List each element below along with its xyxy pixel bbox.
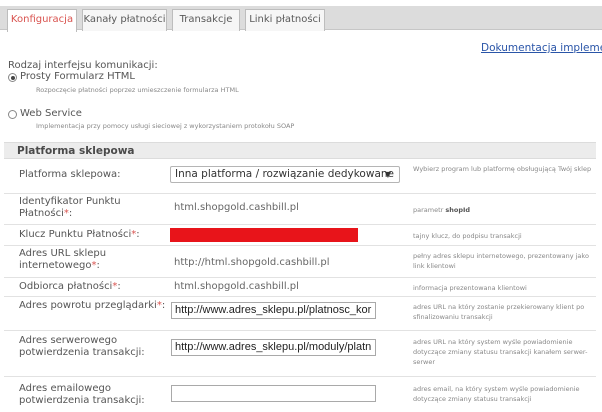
- row-divider: [4, 376, 596, 377]
- platform-select-value: Inna platforma / rozwiązanie dedykowane: [175, 168, 394, 180]
- tab-transakcje[interactable]: Transakcje: [172, 9, 240, 31]
- platform-label: Platforma sklepowa:: [19, 169, 121, 180]
- pos-id-label: Identyfikator Punktu Płatności*:: [19, 196, 121, 219]
- platform-select[interactable]: Inna platforma / rozwiązanie dedykowane …: [170, 166, 400, 183]
- tab-konfiguracja[interactable]: Konfiguracja: [7, 9, 77, 32]
- return-url-input[interactable]: http://www.adres_sklepu.pl/platnosc_kor: [171, 302, 376, 319]
- server-url-help: adres URL na który system wyśle powiadom…: [413, 338, 588, 366]
- interface-type-title: Rodzaj interfejsu komunikacji:: [8, 60, 158, 71]
- email-help: adres email, na który system wyśle powia…: [413, 385, 580, 403]
- pos-id-help: parametr shopId: [413, 206, 471, 214]
- pos-key-help: tajny klucz, do podpisu transakcji: [413, 232, 522, 240]
- row-divider: [4, 330, 596, 331]
- documentation-link[interactable]: Dokumentacja implementac: [481, 42, 602, 54]
- platform-help: Wybierz program lub platformę obsługując…: [413, 165, 592, 173]
- row-divider: [4, 296, 596, 297]
- server-url-label: Adres serwerowego potwierdzenia transakc…: [19, 335, 145, 358]
- recipient-help: informacja prezentowana klientowi: [413, 284, 527, 292]
- shop-url-label: Adres URL sklepu internetowego*:: [19, 248, 107, 271]
- tab-linki-platnosci[interactable]: Linki płatności: [245, 9, 325, 31]
- section-header-platform: Platforma sklepowa: [4, 142, 596, 159]
- tab-bar: Konfiguracja Kanały płatności Transakcje…: [0, 0, 602, 34]
- recipient-label: Odbiorca płatności*:: [19, 281, 121, 292]
- pos-key-redacted: [170, 228, 358, 242]
- radio-html-form-description: Rozpoczęcie płatności poprzez umieszczen…: [36, 86, 239, 94]
- recipient-value: html.shopgold.cashbill.pl: [174, 281, 299, 292]
- server-url-input[interactable]: http://www.adres_sklepu.pl/moduly/platn: [171, 339, 376, 356]
- chevron-down-icon: ▼: [384, 170, 391, 179]
- row-divider: [4, 193, 596, 194]
- radio-web-service-description: Implementacja przy pomocy usługi sieciow…: [36, 122, 295, 130]
- pos-key-label: Klucz Punktu Płatności*:: [19, 229, 140, 240]
- radio-web-service-label: Web Service: [20, 108, 82, 119]
- tab-kanaly-platnosci[interactable]: Kanały płatności: [82, 9, 167, 31]
- email-label: Adres emailowego potwierdzenia transakcj…: [19, 383, 145, 406]
- row-divider: [4, 245, 596, 246]
- email-input[interactable]: [171, 385, 376, 402]
- shop-url-value: http://html.shopgold.cashbill.pl: [174, 257, 330, 268]
- return-url-label: Adres powrotu przeglądarki*:: [19, 300, 166, 311]
- radio-web-service[interactable]: [8, 110, 17, 119]
- shop-url-help: pełny adres sklepu internetowego, prezen…: [413, 252, 589, 270]
- return-url-help: adres URL na który zostanie przekierowan…: [413, 303, 585, 321]
- radio-html-form[interactable]: [8, 73, 17, 82]
- row-divider: [4, 224, 596, 225]
- radio-html-form-label: Prosty Formularz HTML: [20, 71, 135, 82]
- row-divider: [4, 277, 596, 278]
- pos-id-value: html.shopgold.cashbill.pl: [174, 202, 299, 213]
